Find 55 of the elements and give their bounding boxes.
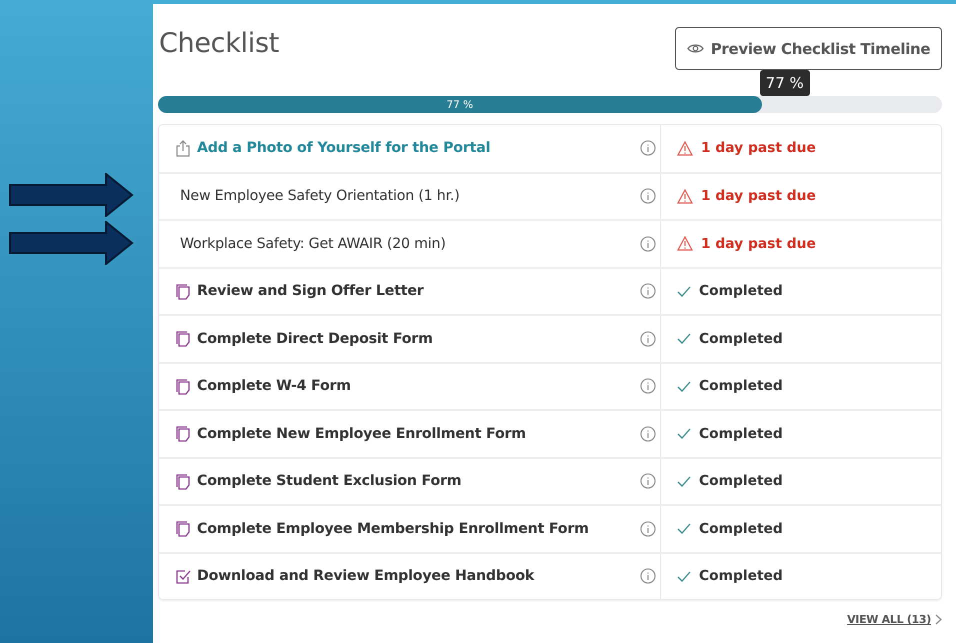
eye-icon — [686, 43, 704, 54]
progress-tooltip: 77 % — [760, 70, 810, 96]
checkmark-icon — [677, 333, 691, 344]
view-all-link[interactable]: VIEW ALL (13) — [847, 613, 931, 626]
checkmark-icon — [677, 523, 691, 534]
progress-label: 77 % — [446, 98, 474, 110]
chevron-right-icon[interactable] — [935, 614, 942, 625]
task-title: Complete Direct Deposit Form — [197, 330, 433, 347]
info-icon[interactable] — [640, 236, 656, 252]
info-icon[interactable] — [640, 520, 656, 537]
checkmark-icon — [677, 380, 691, 392]
document-icon — [175, 330, 191, 348]
checkmark-icon — [677, 428, 691, 440]
document-icon — [175, 472, 191, 490]
page-title: Checklist — [159, 28, 280, 59]
checkbox-icon — [175, 568, 191, 585]
task-title: Review and Sign Offer Letter — [197, 283, 424, 300]
checkmark-icon — [677, 286, 691, 297]
info-icon[interactable] — [640, 330, 656, 347]
preview-timeline-button[interactable]: Preview Checklist Timeline — [675, 27, 942, 70]
task-status: Completed — [699, 426, 783, 442]
task-title: Complete New Employee Enrollment Form — [197, 426, 526, 442]
document-icon — [175, 282, 191, 300]
task-status: Completed — [699, 473, 783, 490]
info-icon[interactable] — [640, 473, 656, 490]
task-status: Completed — [699, 283, 783, 300]
task-status: Completed — [699, 568, 783, 584]
task-status: 1 day past due — [701, 188, 816, 204]
info-icon[interactable] — [640, 378, 656, 394]
info-icon[interactable] — [640, 283, 656, 300]
task-title: Complete Student Exclusion Form — [197, 473, 462, 490]
warning-icon — [677, 188, 693, 204]
task-title: Download and Review Employee Handbook — [197, 568, 534, 584]
info-icon[interactable] — [640, 568, 656, 584]
document-icon — [175, 425, 191, 442]
upload-icon — [175, 140, 191, 157]
task-title[interactable]: Add a Photo of Yourself for the Portal — [197, 140, 490, 156]
warning-icon — [677, 140, 693, 156]
checkmark-icon — [677, 476, 691, 487]
checkmark-icon — [677, 570, 691, 582]
task-status: Completed — [699, 330, 783, 347]
task-status: 1 day past due — [701, 140, 816, 156]
warning-icon — [677, 236, 693, 252]
info-icon[interactable] — [640, 140, 656, 156]
task-title: Complete W-4 Form — [197, 378, 351, 394]
document-icon — [175, 520, 191, 538]
task-status: Completed — [699, 520, 783, 537]
task-title: Complete Employee Membership Enrollment Form — [197, 520, 589, 537]
task-status: Completed — [699, 378, 783, 394]
document-icon — [175, 378, 191, 395]
info-icon[interactable] — [640, 188, 656, 204]
task-title: Workplace Safety: Get AWAIR (20 min) — [180, 236, 446, 252]
task-title: New Employee Safety Orientation (1 hr.) — [180, 188, 460, 204]
task-status: 1 day past due — [701, 236, 816, 252]
info-icon[interactable] — [640, 426, 656, 442]
